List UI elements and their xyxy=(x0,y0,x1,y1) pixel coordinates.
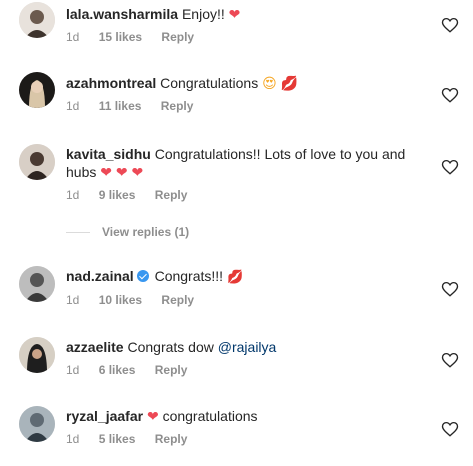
avatar[interactable] xyxy=(19,266,55,302)
comment-time[interactable]: 1d xyxy=(66,30,79,44)
comment-meta: 1d 6 likes Reply xyxy=(66,363,427,377)
comment-time[interactable]: 1d xyxy=(66,432,79,446)
likes-count[interactable]: 11 likes xyxy=(99,99,142,113)
likes-count[interactable]: 15 likes xyxy=(99,30,142,44)
reply-button[interactable]: Reply xyxy=(161,99,194,113)
reply-button[interactable]: Reply xyxy=(155,188,188,202)
avatar[interactable] xyxy=(19,72,55,108)
view-replies-label[interactable]: View replies (1) xyxy=(102,225,189,239)
reply-button[interactable]: Reply xyxy=(155,432,188,446)
avatar[interactable] xyxy=(19,406,55,442)
comment-meta: 1d 10 likes Reply xyxy=(66,293,427,307)
comment-time[interactable]: 1d xyxy=(66,188,79,202)
heart-emoji-icon: ❤ xyxy=(146,408,159,424)
comment-meta: 1d 15 likes Reply xyxy=(66,30,427,44)
comment-text: nad.zainal Congrats!!! 💋 xyxy=(66,267,427,286)
comment-text: kavita_sidhu Congratulations!! Lots of l… xyxy=(66,145,427,163)
avatar[interactable] xyxy=(19,337,55,373)
view-replies-button[interactable]: View replies (1) xyxy=(66,224,189,240)
username-link[interactable]: lala.wansharmila xyxy=(66,6,178,22)
like-heart-icon[interactable] xyxy=(441,158,459,176)
username-link[interactable]: ryzal_jaafar xyxy=(66,408,143,424)
comment-meta: 1d 9 likes Reply xyxy=(66,188,427,202)
comment-body: congratulations xyxy=(162,408,258,424)
like-heart-icon[interactable] xyxy=(441,420,459,438)
likes-count[interactable]: 5 likes xyxy=(99,432,136,446)
comment-body: Congrats dow xyxy=(127,339,214,355)
kiss-emoji-icon: 💋 xyxy=(226,269,244,284)
comment-body: Congratulations xyxy=(160,75,259,91)
heart-emoji-icon: ❤ ❤ ❤ xyxy=(100,164,144,180)
divider xyxy=(66,231,90,233)
comment-body: Congratulations!! Lots of love to you an… xyxy=(154,146,406,162)
username-link[interactable]: kavita_sidhu xyxy=(66,146,151,162)
emoji-icons: 😍 💋 xyxy=(262,75,299,91)
like-heart-icon[interactable] xyxy=(441,16,459,34)
comment-meta: 1d 11 likes Reply xyxy=(66,99,427,113)
username-link[interactable]: nad.zainal xyxy=(66,268,134,284)
likes-count[interactable]: 10 likes xyxy=(99,293,142,307)
comment-text: azahmontreal Congratulations 😍 💋 xyxy=(66,74,427,92)
comment-body: hubs xyxy=(66,164,97,180)
like-heart-icon[interactable] xyxy=(441,86,459,104)
heart-emoji-icon: ❤ xyxy=(228,6,241,22)
verified-badge-icon xyxy=(136,270,149,282)
avatar[interactable] xyxy=(19,2,55,38)
like-heart-icon[interactable] xyxy=(441,351,459,369)
like-heart-icon[interactable] xyxy=(441,280,459,298)
reply-button[interactable]: Reply xyxy=(155,363,188,377)
comment-meta: 1d 5 likes Reply xyxy=(66,432,427,446)
avatar[interactable] xyxy=(19,144,55,180)
comment-text: lala.wansharmila Enjoy!! ❤ xyxy=(66,5,427,23)
likes-count[interactable]: 6 likes xyxy=(99,363,136,377)
reply-button[interactable]: Reply xyxy=(161,30,194,44)
mention-link[interactable]: @rajailya xyxy=(218,339,277,355)
likes-count[interactable]: 9 likes xyxy=(99,188,136,202)
username-link[interactable]: azahmontreal xyxy=(66,75,156,91)
comment-text-continued: hubs ❤ ❤ ❤ xyxy=(66,163,427,181)
comment-text: ryzal_jaafar ❤ congratulations xyxy=(66,407,427,425)
reply-button[interactable]: Reply xyxy=(161,293,194,307)
comment-time[interactable]: 1d xyxy=(66,293,79,307)
username-link[interactable]: azzaelite xyxy=(66,339,124,355)
comment-time[interactable]: 1d xyxy=(66,99,79,113)
comment-body: Enjoy!! xyxy=(181,6,225,22)
comment-time[interactable]: 1d xyxy=(66,363,79,377)
comment-body: Congrats!!! xyxy=(154,268,224,284)
comment-text: azzaelite Congrats dow @rajailya xyxy=(66,338,427,356)
